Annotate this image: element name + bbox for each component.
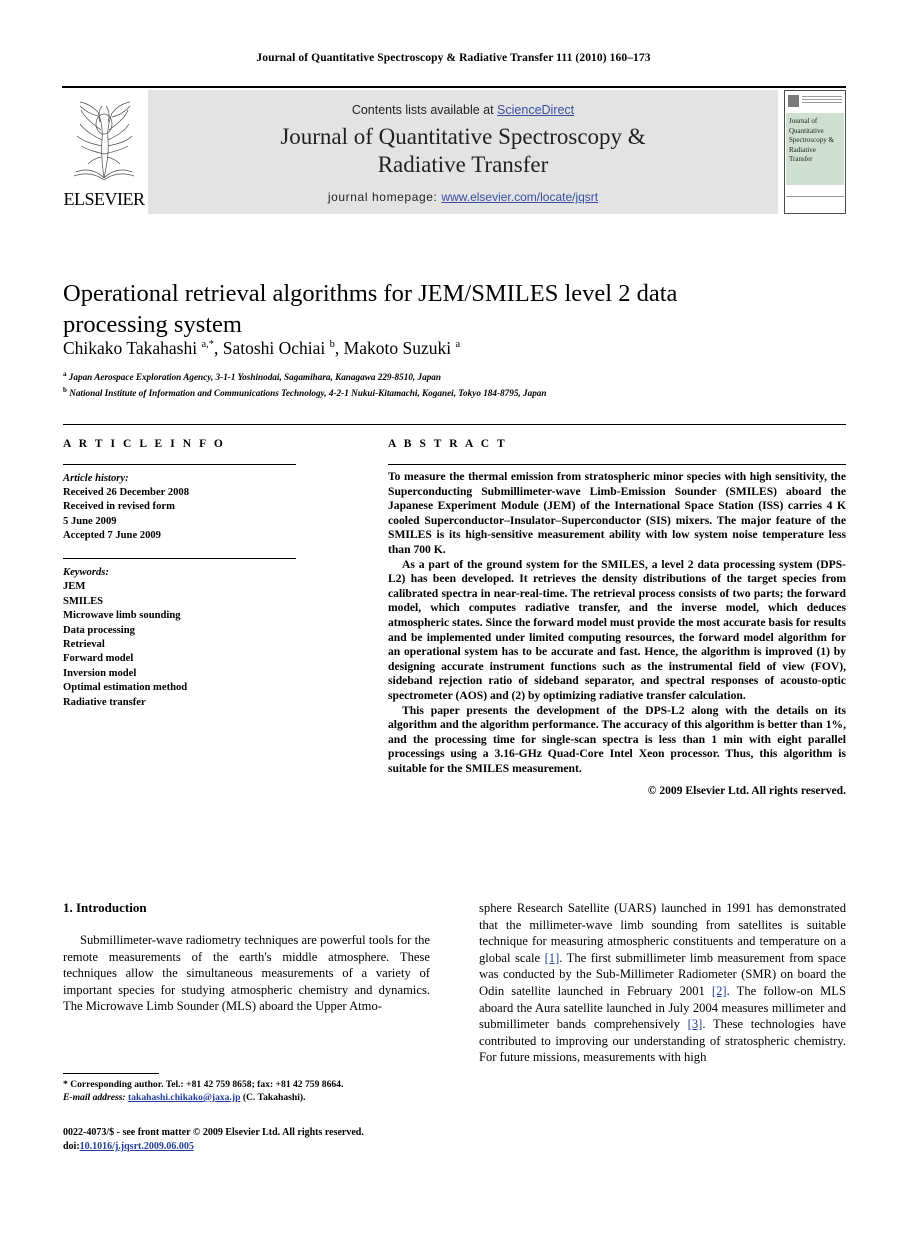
body-paragraph: sphere Research Satellite (UARS) launche… [479, 900, 846, 1066]
abstract-paragraph: To measure the thermal emission from str… [388, 470, 846, 556]
journal-homepage-line: journal homepage: www.elsevier.com/locat… [148, 190, 778, 204]
cover-header-text-lines [802, 96, 842, 105]
doi-link[interactable]: 10.1016/j.jqsrt.2009.06.005 [80, 1141, 194, 1152]
running-head: Journal of Quantitative Spectroscopy & R… [256, 52, 651, 64]
keywords-list: Keywords: JEM SMILES Microwave limb soun… [63, 566, 303, 710]
section-heading-introduction: 1. Introduction [63, 900, 147, 915]
cover-title-line-5: Transfer [789, 155, 813, 163]
article-history: Article history: Received 26 December 20… [63, 472, 303, 543]
keyword-item: Microwave limb sounding [63, 610, 181, 622]
citation-ref-3[interactable]: [3] [688, 1017, 703, 1031]
author-list: Chikako Takahashi a,*, Satoshi Ochiai b,… [63, 334, 823, 359]
cover-title-text: Journal of Quantitative Spectroscopy & R… [789, 117, 843, 165]
homepage-label: journal homepage: [327, 190, 442, 204]
page-title: Operational retrieval algorithms for JEM… [63, 280, 678, 339]
cover-header-strip [788, 94, 842, 110]
journal-masthead: ELSEVIER Contents lists available at Sci… [62, 86, 846, 214]
history-item-revised: Received in revised form [63, 501, 175, 513]
keyword-item: Data processing [63, 624, 135, 636]
article-info-heading: A R T I C L E I N F O [63, 438, 226, 450]
article-history-label: Article history: [63, 473, 129, 484]
info-divider-top [63, 464, 296, 465]
email-link[interactable]: takahashi.chikako@jaxa.jp [128, 1092, 240, 1103]
info-divider-bottom [63, 558, 296, 559]
abstract-copyright: © 2009 Elsevier Ltd. All rights reserved… [647, 784, 846, 798]
keyword-item: Radiative transfer [63, 696, 146, 708]
paper-page: Journal of Quantitative Spectroscopy & R… [0, 0, 907, 1238]
cover-publisher-mark [788, 95, 799, 107]
cover-title-line-2: Quantitative [789, 126, 824, 135]
citation-ref-2[interactable]: [2] [712, 984, 727, 998]
journal-cover-thumbnail: Journal of Quantitative Spectroscopy & R… [784, 90, 846, 214]
cover-title-line-4: Radiative [789, 145, 816, 154]
keyword-item: Forward model [63, 653, 134, 665]
body-column-right: sphere Research Satellite (UARS) launche… [479, 900, 846, 1066]
body-paragraph: Submillimeter-wave radiometry techniques… [63, 933, 430, 1014]
cover-title-line-1: Journal of [789, 117, 818, 125]
history-item-revised-date: 5 June 2009 [63, 515, 117, 527]
journal-homepage-link[interactable]: www.elsevier.com/locate/jqsrt [441, 190, 598, 204]
elsevier-logo: ELSEVIER [62, 90, 146, 214]
footnote-divider [63, 1073, 159, 1074]
abstract-paragraph: As a part of the ground system for the S… [388, 557, 846, 702]
cover-title-line-3: Spectroscopy & [789, 136, 834, 144]
journal-title: Journal of Quantitative Spectroscopy & R… [148, 123, 778, 179]
keyword-item: Retrieval [63, 639, 105, 651]
cover-footer-rule [786, 196, 844, 197]
imprint-block: 0022-4073/$ - see front matter © 2009 El… [63, 1126, 483, 1154]
footnote-block: * Corresponding author. Tel.: +81 42 759… [63, 1078, 443, 1104]
elsevier-wordmark: ELSEVIER [62, 189, 146, 210]
top-divider [63, 424, 846, 425]
abstract-divider-top [388, 464, 846, 465]
sciencedirect-link[interactable]: ScienceDirect [497, 103, 574, 117]
affiliations: a Japan Aerospace Exploration Agency, 3-… [63, 368, 843, 399]
contents-available-line: Contents lists available at ScienceDirec… [148, 103, 778, 117]
masthead-banner: Contents lists available at ScienceDirec… [148, 90, 778, 214]
keyword-item: SMILES [63, 595, 104, 607]
abstract-heading: A B S T R A C T [388, 438, 508, 450]
affiliation-b: b National Institute of Information and … [63, 385, 547, 398]
author-names: Chikako Takahashi a,*, Satoshi Ochiai b,… [63, 337, 461, 358]
doi-label: doi: [63, 1141, 80, 1152]
affiliation-a: a Japan Aerospace Exploration Agency, 3-… [63, 370, 442, 383]
corresponding-author-note: * Corresponding author. Tel.: +81 42 759… [63, 1079, 344, 1090]
citation-ref-1[interactable]: [1] [545, 951, 560, 965]
contents-prefix: Contents lists available at [351, 103, 498, 117]
body-column-left: 1. Introduction Submillimeter-wave radio… [63, 900, 430, 1015]
keywords-label: Keywords: [63, 567, 109, 578]
keyword-item: JEM [63, 581, 86, 593]
affiliation-a-text: Japan Aerospace Exploration Agency, 3-1-… [68, 372, 442, 383]
journal-title-line-2: Radiative Transfer [377, 152, 549, 177]
elsevier-tree-icon [73, 101, 135, 181]
abstract-paragraph: This paper presents the development of t… [388, 703, 846, 775]
email-note: E-mail address: takahashi.chikako@jaxa.j… [63, 1091, 443, 1104]
keyword-item: Optimal estimation method [63, 682, 188, 694]
history-item-accepted: Accepted 7 June 2009 [63, 529, 161, 541]
keyword-item: Inversion model [63, 667, 137, 679]
elsevier-wordmark-text: ELSEVIER [63, 189, 146, 209]
history-item-received: Received 26 December 2008 [63, 487, 190, 499]
journal-title-line-1: Journal of Quantitative Spectroscopy & [280, 124, 646, 149]
abstract-body: To measure the thermal emission from str… [388, 470, 846, 799]
affiliation-b-text: National Institute of Information and Co… [69, 387, 547, 398]
email-label: E-mail address: [63, 1092, 126, 1103]
issn-front-matter: 0022-4073/$ - see front matter © 2009 El… [63, 1127, 364, 1138]
email-owner: (C. Takahashi). [242, 1092, 306, 1103]
doi-line: doi:10.1016/j.jqsrt.2009.06.005 [63, 1140, 483, 1154]
